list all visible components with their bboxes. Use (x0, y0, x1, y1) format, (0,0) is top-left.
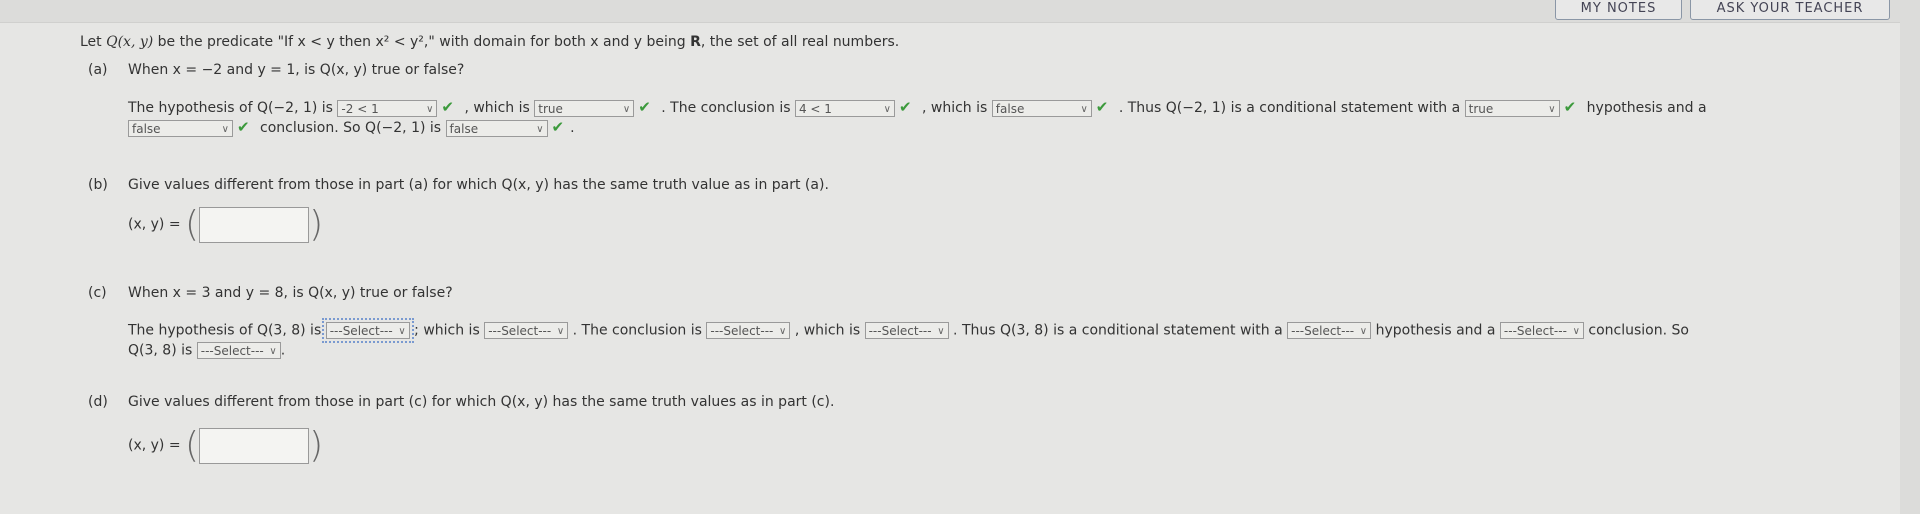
part-c-row1: The hypothesis of Q(3, 8) is ---Select--… (128, 318, 1689, 343)
chevron-down-icon: ∨ (556, 326, 565, 337)
part-d-answer: (x, y) = () (128, 425, 323, 466)
xy-label: (x, y) = (128, 216, 181, 233)
text: conclusion. So Q(−2, 1) is (260, 120, 442, 136)
chevron-down-icon: ∨ (269, 346, 277, 357)
chevron-down-icon: ∨ (1572, 326, 1580, 337)
check-icon: ✔ (898, 98, 912, 116)
intro-text: Let Q(x, y) be the predicate "If x < y t… (80, 34, 899, 50)
part-b-answer: (x, y) = () (128, 204, 323, 245)
xy-label: (x, y) = (128, 437, 181, 454)
part-c-label: (c) (88, 285, 107, 301)
a-answer-select[interactable]: false ∨ (445, 119, 548, 137)
chevron-down-icon: ∨ (883, 103, 891, 115)
part-a-row2: false ∨ ✔ conclusion. So Q(−2, 1) is false… (128, 118, 575, 137)
ask-teacher-button[interactable]: ASK YOUR TEACHER (1690, 0, 1890, 20)
chevron-down-icon: ∨ (1548, 103, 1556, 115)
part-b-question: Give values different from those in part… (128, 177, 829, 193)
intro-part: be the predicate "If x < y then x² < y²,… (153, 34, 691, 50)
open-paren: ( (185, 425, 200, 466)
d-xy-input[interactable] (199, 427, 310, 464)
close-paren: ) (309, 204, 324, 245)
c-hypothesis-select[interactable]: ---Select--- ∨ (321, 318, 414, 343)
text: ; which is (414, 322, 480, 339)
chevron-down-icon: ∨ (622, 103, 631, 115)
intro-part: Let (80, 34, 107, 50)
text: . Thus Q(3, 8) is a conditional statemen… (953, 322, 1283, 339)
text: conclusion. So (1588, 322, 1689, 339)
text: hypothesis and a (1375, 322, 1496, 339)
part-d-label: (d) (88, 394, 108, 410)
part-a-label: (a) (88, 62, 108, 78)
c-answer-select[interactable]: ---Select--- ∨ (196, 342, 281, 359)
part-b-label: (b) (88, 177, 108, 193)
text: , which is (922, 100, 988, 116)
my-notes-button[interactable]: MY NOTES (1555, 0, 1682, 20)
intro-part: , the set of all real numbers. (700, 34, 900, 50)
a-hypothesis-type-select[interactable]: true ∨ (1464, 99, 1560, 117)
text: The hypothesis of Q(−2, 1) is (128, 100, 333, 116)
b-xy-input[interactable] (199, 206, 310, 243)
check-icon: ✔ (1563, 98, 1577, 116)
a-hypothesis-select[interactable]: -2 < 1 ∨ (337, 99, 438, 117)
check-icon: ✔ (638, 98, 651, 116)
text: . (570, 120, 575, 136)
text: . Thus Q(−2, 1) is a conditional stateme… (1118, 100, 1461, 116)
text: . The conclusion is (661, 100, 791, 116)
chevron-down-icon: ∨ (536, 123, 544, 135)
intro-part: Q(x, y) (106, 34, 154, 50)
chevron-down-icon: ∨ (1080, 103, 1088, 115)
c-conclusion-truth-select[interactable]: ---Select--- ∨ (864, 322, 949, 339)
text: , which is (464, 100, 530, 116)
check-icon: ✔ (1095, 98, 1109, 116)
check-icon: ✔ (551, 118, 565, 136)
c-conclusion-type-select[interactable]: ---Select--- ∨ (1499, 322, 1584, 339)
a-conclusion-select[interactable]: 4 < 1 ∨ (794, 99, 895, 117)
chevron-down-icon: ∨ (937, 326, 945, 337)
text: . (280, 342, 286, 359)
text: The hypothesis of Q(3, 8) is (128, 322, 322, 339)
part-d-question: Give values different from those in part… (128, 394, 835, 410)
c-conclusion-select[interactable]: ---Select--- ∨ (706, 322, 791, 339)
a-conclusion-truth-select[interactable]: false ∨ (991, 99, 1092, 117)
chevron-down-icon: ∨ (221, 123, 229, 135)
intro-part: R (690, 34, 701, 50)
chevron-down-icon: ∨ (398, 326, 406, 337)
part-c-row2: Q(3, 8) is ---Select--- ∨. (128, 342, 285, 359)
text: hypothesis and a (1586, 100, 1707, 116)
a-hypothesis-truth-select[interactable]: true ∨ (534, 99, 635, 117)
part-c-question: When x = 3 and y = 8, is Q(x, y) true or… (128, 285, 453, 301)
check-icon: ✔ (441, 98, 454, 116)
text: Q(3, 8) is (128, 342, 193, 359)
open-paren: ( (185, 204, 200, 245)
a-conclusion-type-select[interactable]: false ∨ (128, 119, 233, 137)
c-hypothesis-type-select[interactable]: ---Select--- ∨ (1287, 322, 1372, 339)
chevron-down-icon: ∨ (1359, 326, 1368, 337)
close-paren: ) (309, 425, 324, 466)
c-hypothesis-truth-select[interactable]: ---Select--- ∨ (484, 322, 569, 339)
text: , which is (794, 322, 861, 339)
chevron-down-icon: ∨ (426, 103, 434, 115)
check-icon: ✔ (237, 118, 250, 136)
text: . The conclusion is (572, 322, 702, 339)
part-a-question: When x = −2 and y = 1, is Q(x, y) true o… (128, 62, 465, 78)
chevron-down-icon: ∨ (779, 326, 787, 337)
part-a-row1: The hypothesis of Q(−2, 1) is -2 < 1 ∨ ✔ ,… (128, 98, 1707, 117)
